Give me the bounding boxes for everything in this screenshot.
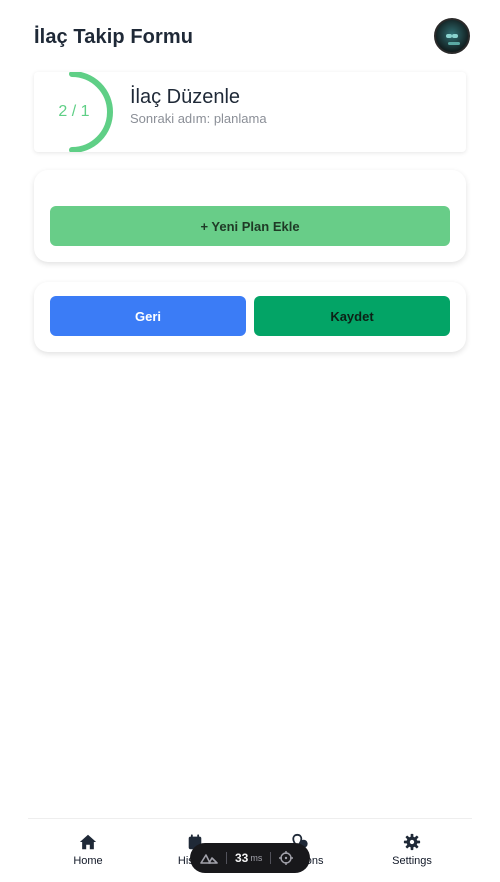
nav-item-label: Settings xyxy=(392,855,432,867)
actions-card: Geri Kaydet xyxy=(34,282,466,352)
step-next-text: Sonraki adım: planlama xyxy=(130,111,267,126)
avatar-mouth xyxy=(448,42,460,45)
devtools-badge[interactable]: 33 ms xyxy=(190,843,310,873)
plan-card: + Yeni Plan Ekle xyxy=(34,170,466,262)
add-plan-button[interactable]: + Yeni Plan Ekle xyxy=(50,206,450,246)
progress-label: 2 / 1 xyxy=(58,103,90,120)
gear-icon xyxy=(403,833,421,851)
devtools-separator xyxy=(270,852,272,864)
progress-card: 2 / 1 İlaç Düzenle Sonraki adım: planlam… xyxy=(34,72,466,152)
step-title: İlaç Düzenle xyxy=(130,86,241,108)
nuxt-icon xyxy=(200,854,218,864)
avatar-eye-right xyxy=(452,34,458,38)
save-button[interactable]: Kaydet xyxy=(254,296,450,336)
nav-item-settings[interactable]: Settings xyxy=(362,833,462,867)
nav-item-label: Home xyxy=(73,855,103,867)
crosshair-icon[interactable] xyxy=(279,851,294,865)
back-button[interactable]: Geri xyxy=(50,296,246,336)
nav-item-home[interactable]: Home xyxy=(38,833,138,867)
avatar[interactable] xyxy=(434,18,470,54)
page-title: İlaç Takip Formu xyxy=(34,26,194,48)
devtools-unit: ms xyxy=(250,853,263,863)
header: İlaç Takip Formu xyxy=(34,18,470,54)
devtools-time: 33 xyxy=(235,851,249,865)
devtools-separator xyxy=(226,852,227,864)
home-icon xyxy=(79,834,97,850)
